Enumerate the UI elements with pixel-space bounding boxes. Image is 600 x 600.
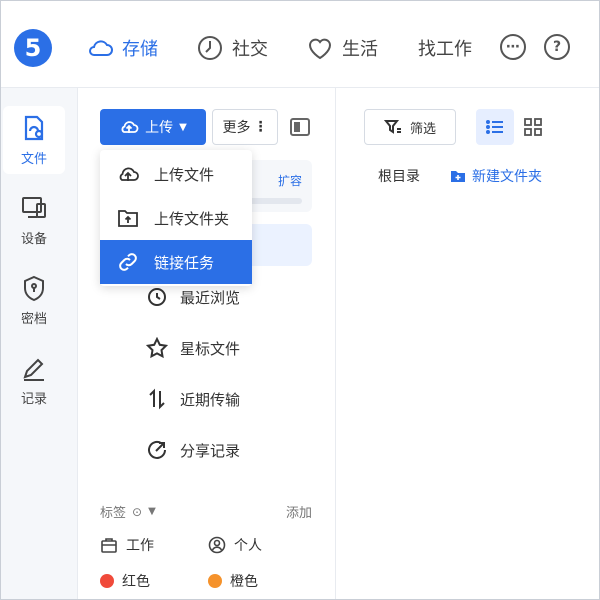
caret-down-icon[interactable]: ▼ — [148, 506, 156, 517]
rail-item-files[interactable]: 文件 — [3, 106, 65, 174]
nav-social-label: 社交 — [232, 39, 268, 60]
red-dot-icon — [100, 574, 114, 588]
clock-icon — [198, 36, 222, 60]
tag-orange[interactable]: 橙色 — [208, 570, 258, 592]
shield-icon — [24, 275, 44, 301]
orange-dot-icon — [208, 574, 222, 588]
tags-title: 标签 — [100, 506, 127, 521]
kebab-icon: ⋮ — [253, 119, 268, 135]
nav-social[interactable]: 社交 — [196, 29, 268, 67]
list-view-icon — [486, 120, 503, 134]
nav-job[interactable]: 找工作 — [418, 29, 472, 67]
filter-button-label: 筛选 — [409, 121, 436, 137]
collapse-sidebar-icon[interactable] — [290, 118, 310, 136]
list-view-button[interactable] — [476, 109, 514, 145]
info-icon[interactable]: ⊙ — [132, 505, 142, 519]
tags-header: 标签 ⊙ ▼ 添加 — [100, 502, 312, 522]
help-icon[interactable]: ? — [544, 34, 570, 60]
nav-storage-label: 存储 — [122, 39, 158, 60]
rail-item-files-label: 文件 — [20, 151, 47, 167]
tag-personal-label: 个人 — [234, 538, 262, 554]
upload-folder-icon — [118, 210, 138, 227]
menu-item-link-task[interactable]: 链接任务 — [100, 240, 252, 284]
sidebar-item-starred-label: 星标文件 — [180, 339, 241, 358]
upload-button[interactable]: 上传 ▼ — [100, 109, 206, 145]
filter-button[interactable]: 筛选 — [364, 109, 456, 145]
tag-red[interactable]: 红色 — [100, 570, 150, 592]
menu-item-upload-file-label: 上传文件 — [154, 165, 215, 184]
tag-personal[interactable]: 个人 — [208, 534, 262, 556]
link-icon — [119, 253, 137, 271]
upload-cloud-icon — [119, 167, 139, 181]
sidebar-item-shares[interactable]: 分享记录 — [146, 435, 240, 465]
upload-cloud-icon — [121, 121, 139, 133]
more-button-label: 更多 — [222, 120, 251, 136]
file-icon — [24, 115, 44, 140]
view-toggle — [476, 109, 552, 145]
cloud-icon — [89, 40, 113, 56]
menu-item-upload-folder[interactable]: 上传文件夹 — [100, 196, 252, 240]
nav-life-label: 生活 — [342, 39, 378, 60]
transfer-icon — [149, 388, 165, 410]
person-icon — [208, 536, 226, 554]
briefcase-icon — [101, 538, 117, 553]
sidebar-item-recent[interactable]: 最近浏览 — [146, 282, 240, 312]
tag-work-label: 工作 — [126, 538, 154, 554]
app-logo[interactable]: 5 — [14, 29, 52, 67]
heart-icon — [308, 38, 332, 60]
left-rail: 文件 设备 密档 记录 — [0, 88, 78, 600]
grid-view-button[interactable] — [514, 109, 552, 145]
nav-job-label: 找工作 — [418, 39, 472, 60]
rail-item-devices[interactable]: 设备 — [3, 186, 65, 254]
rail-item-records[interactable]: 记录 — [3, 346, 65, 414]
tag-orange-label: 橙色 — [230, 574, 258, 590]
menu-item-upload-file[interactable]: 上传文件 — [100, 152, 252, 196]
new-folder-label: 新建文件夹 — [472, 169, 542, 185]
nav-life[interactable]: 生活 — [306, 29, 378, 67]
new-folder-button[interactable]: 新建文件夹 — [450, 166, 542, 186]
menu-item-upload-folder-label: 上传文件夹 — [154, 209, 230, 228]
tag-work[interactable]: 工作 — [100, 534, 154, 556]
grid-view-icon — [524, 118, 542, 136]
upload-dropdown-menu: 上传文件 上传文件夹 链接任务 — [100, 150, 252, 286]
caret-down-icon: ▼ — [179, 121, 187, 133]
expand-storage-link[interactable]: 扩容 — [278, 172, 302, 189]
more-dots-icon[interactable]: ⋯ — [500, 34, 526, 60]
tag-red-label: 红色 — [122, 574, 150, 590]
sidebar-item-transfers[interactable]: 近期传输 — [146, 384, 240, 414]
more-button[interactable]: 更多 ⋮ — [212, 109, 278, 145]
menu-item-link-task-label: 链接任务 — [154, 253, 215, 272]
rail-item-devices-label: 设备 — [20, 231, 47, 247]
breadcrumb-root[interactable]: 根目录 — [378, 166, 420, 186]
sidebar-item-transfers-label: 近期传输 — [180, 390, 241, 409]
filter-icon — [383, 120, 401, 134]
star-icon — [146, 337, 168, 359]
sidebar-item-starred[interactable]: 星标文件 — [146, 333, 240, 363]
sidebar-item-recent-label: 最近浏览 — [180, 288, 241, 307]
top-navbar: 5 存储 社交 生活 找工作 ⋯ ? — [0, 0, 600, 88]
add-tag-button[interactable]: 添加 — [286, 502, 312, 521]
nav-storage[interactable]: 存储 — [86, 29, 158, 67]
share-icon — [148, 440, 166, 459]
sidebar-item-shares-label: 分享记录 — [180, 441, 241, 460]
upload-button-label: 上传 — [145, 120, 174, 136]
history-icon — [148, 288, 166, 306]
rail-item-records-label: 记录 — [20, 391, 47, 407]
device-icon — [22, 196, 46, 218]
rail-item-vault[interactable]: 密档 — [3, 266, 65, 334]
pen-icon — [23, 358, 44, 381]
new-folder-icon — [451, 171, 465, 182]
rail-item-vault-label: 密档 — [20, 311, 47, 327]
